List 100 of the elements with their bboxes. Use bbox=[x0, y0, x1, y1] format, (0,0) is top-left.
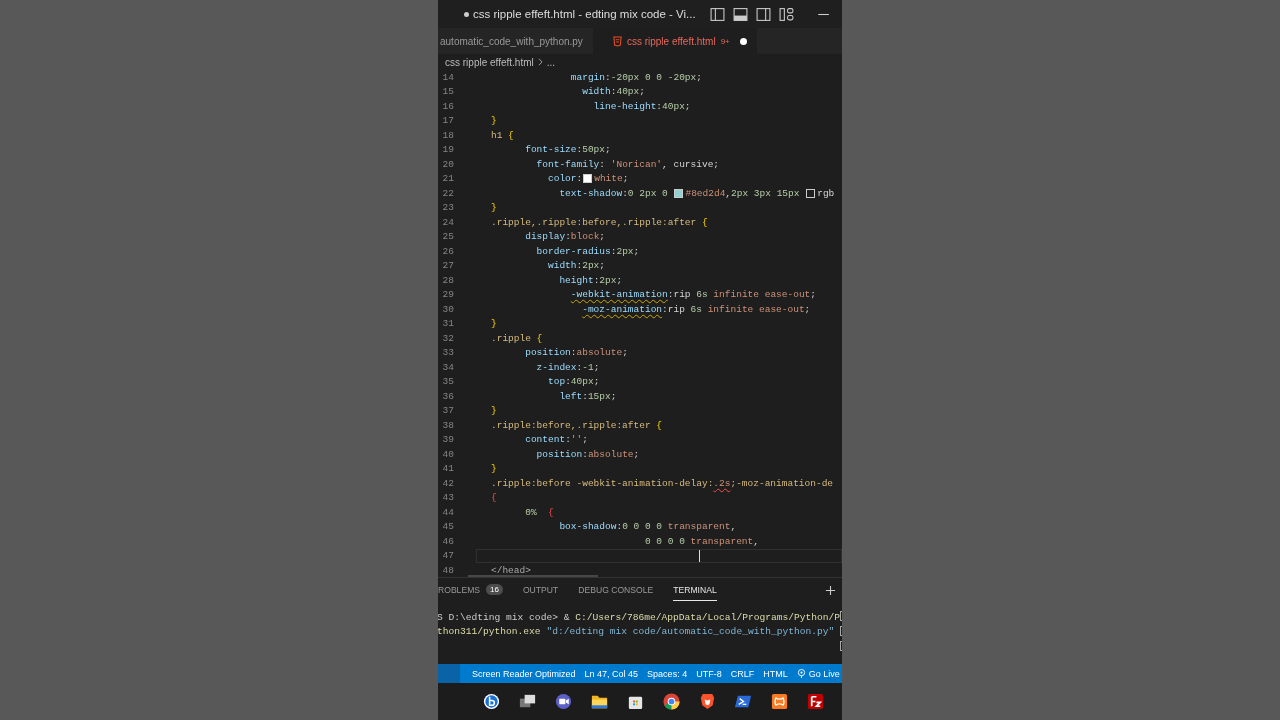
code-text: width:2px; bbox=[547, 260, 606, 272]
panel-tab[interactable]: DEBUG CONSOLE bbox=[578, 579, 654, 601]
split-layout-icon[interactable] bbox=[755, 6, 771, 22]
code-text: position:absolute; bbox=[535, 448, 640, 460]
code-text: font-size:50px; bbox=[524, 144, 611, 156]
breadcrumb-item[interactable]: css ripple effeft.html bbox=[445, 56, 534, 68]
code-text: .ripple { bbox=[491, 332, 543, 344]
code-text: z-index:-1; bbox=[535, 361, 600, 373]
status-item[interactable]: CRLF bbox=[730, 668, 755, 679]
code-text: line-height:40px; bbox=[592, 100, 691, 112]
line-number: 26 bbox=[441, 245, 454, 257]
code-text: .ripple,.ripple:before,.ripple:after { bbox=[491, 216, 708, 228]
tab-label: css ripple effeft.html bbox=[626, 35, 716, 47]
line-number: 20 bbox=[441, 158, 454, 170]
code-text: top:40px; bbox=[547, 376, 600, 388]
code-text: border-radius:2px; bbox=[535, 245, 640, 257]
line-number: 32 bbox=[441, 332, 454, 344]
code-text: color: bbox=[547, 173, 583, 185]
line-number: 36 bbox=[441, 390, 454, 402]
panel-tab[interactable]: ROBLEMS 16 bbox=[438, 579, 503, 601]
line-number: 40 bbox=[441, 448, 454, 460]
status-item[interactable]: Screen Reader Optimized bbox=[472, 668, 576, 679]
code-text: height:2px; bbox=[558, 274, 623, 286]
window-title: css ripple effeft.html - edting mix code - Vi... bbox=[473, 8, 696, 20]
code-text: margin:-20px 0 0 -20px; bbox=[569, 71, 702, 83]
chevron-right-icon bbox=[537, 58, 543, 66]
code-text: } bbox=[491, 405, 497, 417]
code-text: } bbox=[491, 202, 497, 214]
panel-layout-icon[interactable] bbox=[732, 6, 748, 22]
code-text: } bbox=[491, 115, 497, 127]
line-number: 18 bbox=[441, 129, 454, 141]
code-text: font-family: 'Norican', cursive; bbox=[535, 158, 720, 170]
line-number: 45 bbox=[441, 521, 454, 533]
line-number: 24 bbox=[441, 216, 454, 228]
code-text: 0% { bbox=[524, 506, 554, 518]
code-text: position:absolute; bbox=[524, 347, 628, 359]
code-text: h1 { bbox=[491, 129, 514, 141]
line-number: 41 bbox=[441, 463, 454, 475]
code-text: content:''; bbox=[524, 434, 588, 446]
panel-tab[interactable]: TERMINAL bbox=[673, 579, 717, 601]
sidebar-layout-icon[interactable] bbox=[709, 6, 725, 22]
color-swatch[interactable] bbox=[806, 188, 816, 198]
app-logo-icon[interactable] bbox=[806, 692, 825, 711]
line-number: 44 bbox=[441, 506, 454, 518]
editor-tab[interactable]: css ripple effeft.html 9+ bbox=[592, 28, 757, 54]
panel-tab[interactable]: OUTPUT bbox=[522, 579, 559, 601]
line-number: 23 bbox=[441, 202, 454, 214]
line-number: 33 bbox=[441, 347, 454, 359]
browser-icon[interactable] bbox=[662, 692, 681, 711]
line-number: 16 bbox=[441, 100, 454, 112]
line-number: 15 bbox=[441, 86, 454, 98]
status-item[interactable]: HTML bbox=[763, 668, 788, 679]
terminal-line: thon311/python.exe "d:/edting mix code/automatic_code_with_python.py" bbox=[438, 625, 836, 639]
color-swatch[interactable] bbox=[674, 188, 684, 198]
line-number: 27 bbox=[441, 260, 454, 272]
line-number: 48 bbox=[441, 564, 454, 576]
code-text: width:40px; bbox=[581, 86, 645, 98]
status-item[interactable]: Spaces: 4 bbox=[647, 668, 688, 679]
line-number: 14 bbox=[441, 71, 454, 83]
scrollbar-thumb[interactable] bbox=[468, 575, 598, 577]
line-number: 28 bbox=[441, 274, 454, 286]
line-number: 37 bbox=[441, 405, 454, 417]
customize-layout-icon[interactable] bbox=[778, 6, 794, 22]
line-number: 29 bbox=[441, 289, 454, 301]
video-camera-icon[interactable] bbox=[554, 692, 573, 711]
line-number: 22 bbox=[441, 187, 454, 199]
code-text: -webkit-animation:rip 6s infinite ease-out; bbox=[569, 289, 816, 301]
code-text: } bbox=[491, 463, 497, 475]
status-item[interactable]: Ln 47, Col 45 bbox=[584, 668, 639, 679]
line-number: 47 bbox=[441, 550, 454, 562]
editor-tab[interactable]: automatic_code_with_python.py bbox=[438, 28, 593, 54]
code-text: 0 0 0 0 transparent, bbox=[643, 535, 759, 547]
problem-count: 9+ bbox=[720, 36, 730, 46]
breadcrumb-item[interactable]: ... bbox=[546, 56, 556, 68]
line-number: 19 bbox=[441, 144, 454, 156]
shield-icon[interactable] bbox=[698, 692, 717, 711]
line-number: 38 bbox=[441, 419, 454, 431]
code-text: rgb bbox=[817, 187, 835, 199]
line-number: 25 bbox=[441, 231, 454, 243]
tab-label: automatic_code_with_python.py bbox=[440, 35, 583, 47]
app-logo-icon[interactable] bbox=[770, 692, 789, 711]
code-text: white; bbox=[594, 173, 629, 185]
line-number: 42 bbox=[441, 477, 454, 489]
go-live-button[interactable]: Go Live bbox=[796, 668, 840, 679]
code-text: .ripple:before -webkit-animation-delay:.2s;-moz-animation-de bbox=[491, 477, 834, 489]
line-number: 21 bbox=[441, 173, 454, 185]
code-text: { bbox=[491, 492, 497, 504]
line-number: 46 bbox=[441, 535, 454, 547]
code-text: #8ed2d4,2px 3px 15px bbox=[685, 187, 801, 199]
code-text: -moz-animation:rip 6s infinite ease-out; bbox=[581, 303, 811, 315]
code-text: left:15px; bbox=[558, 390, 617, 402]
status-item[interactable]: UTF-8 bbox=[696, 668, 722, 679]
add-terminal-icon[interactable] bbox=[825, 584, 836, 596]
code-text: text-shadow:0 2px 0 bbox=[558, 187, 669, 199]
line-number: 30 bbox=[441, 303, 454, 315]
search-icon[interactable] bbox=[482, 692, 501, 711]
line-number: 31 bbox=[441, 318, 454, 330]
line-number: 17 bbox=[441, 115, 454, 127]
color-swatch[interactable] bbox=[583, 174, 593, 184]
code-text: display:block; bbox=[524, 231, 606, 243]
